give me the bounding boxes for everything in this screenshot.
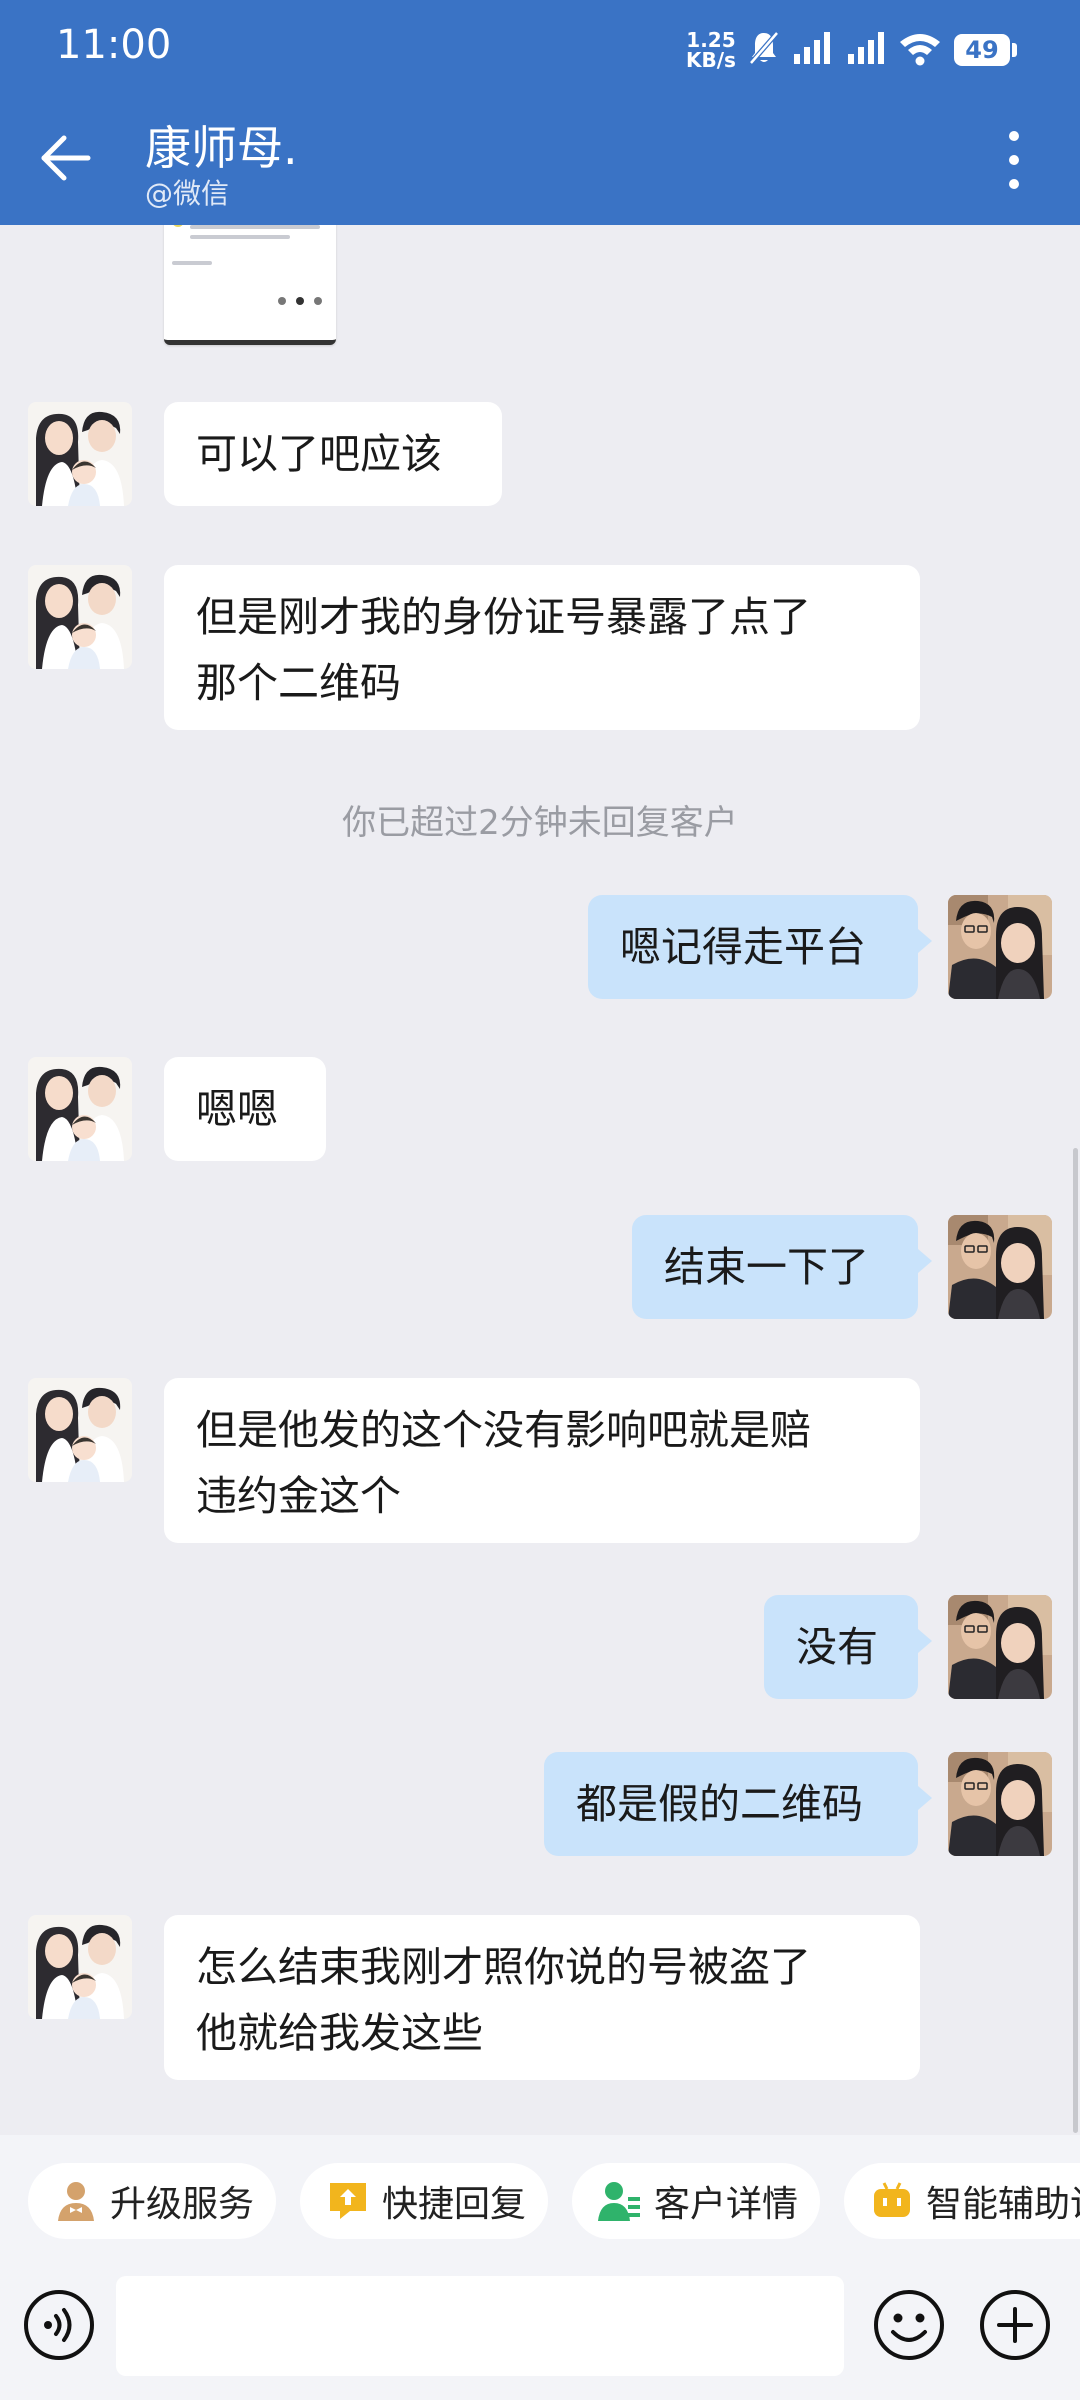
customer-avatar[interactable] xyxy=(28,1915,132,2019)
upgrade-service-button[interactable]: 升级服务 xyxy=(28,2163,276,2239)
robot-icon xyxy=(874,2182,910,2217)
customer-detail-icon xyxy=(598,2182,640,2221)
app-bar: 11:00 1.25 KB/s 49 康师母. @微信 xyxy=(0,0,1080,225)
signal-icon-2 xyxy=(848,32,884,64)
chat-source: @微信 xyxy=(145,177,230,210)
status-time: 11:00 xyxy=(56,22,172,68)
back-arrow-icon[interactable] xyxy=(38,130,94,186)
agent-avatar[interactable] xyxy=(948,895,1052,999)
customer-detail-button[interactable]: 客户详情 xyxy=(572,2163,820,2239)
reply-icon xyxy=(330,2183,366,2219)
signal-icon xyxy=(794,32,830,64)
message-bubble-incoming[interactable]: 可以了吧应该 xyxy=(164,402,502,506)
quick-action-bar: 升级服务 快捷回复 客户详情 智能辅助说 xyxy=(0,2135,1080,2270)
chat-scrollbar[interactable] xyxy=(1073,1148,1078,2133)
net-speed: 1.25 KB/s xyxy=(686,28,736,72)
message-bubble-outgoing[interactable]: 没有 xyxy=(764,1595,932,1699)
battery-level: 49 xyxy=(954,34,1010,66)
agent-avatar[interactable] xyxy=(948,1752,1052,1856)
customer-avatar[interactable] xyxy=(28,402,132,506)
customer-avatar[interactable] xyxy=(28,1057,132,1161)
person-bowtie-icon xyxy=(58,2182,94,2221)
message-bubble-incoming[interactable]: 但是他发的这个没有影响吧就是赔 违约金这个 xyxy=(164,1378,920,1543)
quick-reply-button[interactable]: 快捷回复 xyxy=(300,2163,548,2239)
system-notice: 你已超过2分钟未回复客户 xyxy=(342,803,738,843)
status-bar: 11:00 1.25 KB/s 49 xyxy=(0,0,1080,100)
voice-input-icon[interactable] xyxy=(22,2288,96,2362)
emoji-icon[interactable] xyxy=(872,2288,946,2362)
more-options-icon[interactable] xyxy=(996,128,1032,192)
agent-avatar[interactable] xyxy=(948,1595,1052,1699)
message-bubble-outgoing[interactable]: 结束一下了 xyxy=(632,1215,932,1319)
shared-image-thumbnail[interactable] xyxy=(164,225,336,345)
customer-avatar[interactable] xyxy=(28,565,132,669)
message-input[interactable] xyxy=(116,2276,844,2376)
customer-avatar[interactable] xyxy=(28,1378,132,1482)
message-bubble-outgoing[interactable]: 嗯记得走平台 xyxy=(588,895,932,999)
agent-avatar[interactable] xyxy=(948,1215,1052,1319)
wifi-icon xyxy=(900,34,940,66)
message-bubble-incoming[interactable]: 嗯嗯 xyxy=(164,1057,326,1161)
message-bubble-outgoing[interactable]: 都是假的二维码 xyxy=(544,1752,932,1856)
chat-title: 康师母. xyxy=(145,121,298,175)
chat-area[interactable]: 可以了吧应该 但是刚才我的身份证号暴露了点了 那个二维码 你已超过2分钟未回复客… xyxy=(0,225,1080,2135)
mute-bell-icon xyxy=(749,31,779,65)
message-bubble-incoming[interactable]: 怎么结束我刚才照你说的号被盗了 他就给我发这些 xyxy=(164,1915,920,2080)
battery-tip xyxy=(1012,43,1017,57)
message-bubble-incoming[interactable]: 但是刚才我的身份证号暴露了点了 那个二维码 xyxy=(164,565,920,730)
plus-icon[interactable] xyxy=(978,2288,1052,2362)
smart-assist-button[interactable]: 智能辅助说 xyxy=(844,2163,1080,2239)
input-bar xyxy=(0,2270,1080,2400)
